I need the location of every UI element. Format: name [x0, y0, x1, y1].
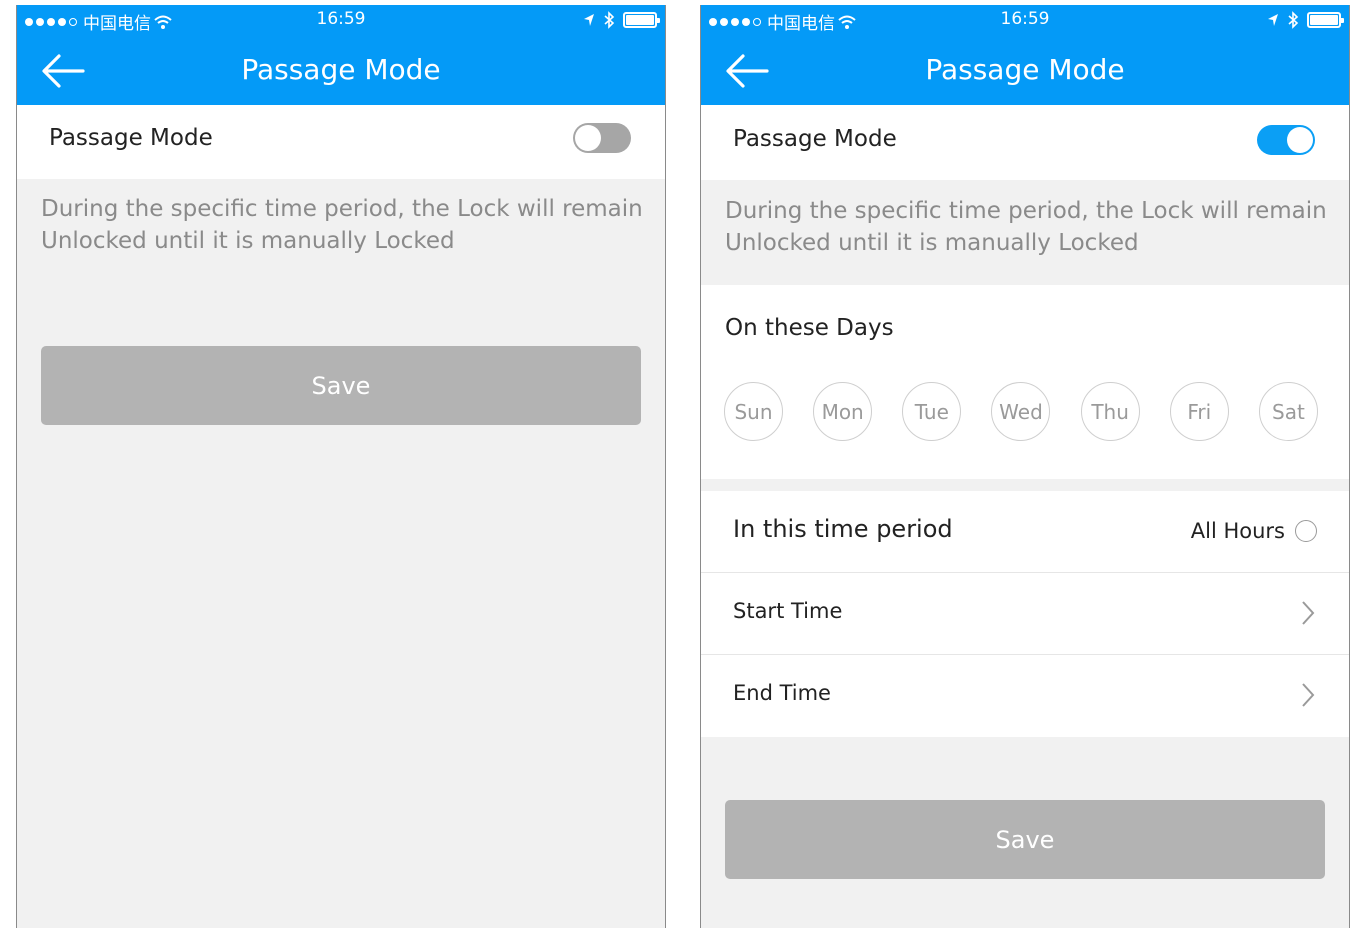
day-button-thu[interactable]: Thu: [1080, 382, 1140, 441]
end-time-row[interactable]: End Time: [701, 655, 1349, 737]
save-button[interactable]: Save: [41, 346, 641, 425]
all-hours-radio[interactable]: [1295, 520, 1317, 542]
passage-mode-toggle[interactable]: [1257, 125, 1315, 155]
battery-icon: [623, 12, 660, 28]
status-bar: 中国电信 16:59: [17, 5, 665, 35]
end-time-label: End Time: [733, 681, 831, 705]
page-title: Passage Mode: [925, 53, 1125, 86]
day-button-mon[interactable]: Mon: [813, 382, 873, 441]
passage-mode-row: Passage Mode: [701, 105, 1349, 180]
status-time: 16:59: [316, 9, 366, 29]
status-bar: 中国电信 16:59: [701, 5, 1349, 35]
passage-mode-label: Passage Mode: [733, 126, 897, 152]
toggle-knob: [1287, 127, 1313, 153]
day-button-wed[interactable]: Wed: [991, 382, 1051, 441]
status-icons: [1267, 11, 1344, 29]
location-icon: [584, 14, 594, 26]
screen-passage-mode-off: 中国电信 16:59 Passage Mode Passage Mode Dur…: [16, 5, 666, 928]
chevron-right-icon: [1302, 601, 1315, 625]
passage-mode-row: Passage Mode: [17, 105, 665, 179]
day-button-fri[interactable]: Fri: [1169, 382, 1229, 441]
bluetooth-icon: [604, 11, 615, 29]
days-section: On these Days Sun Mon Tue Wed Thu Fri Sa…: [701, 285, 1349, 479]
nav-bar: Passage Mode: [701, 35, 1349, 105]
day-button-sun[interactable]: Sun: [724, 382, 783, 441]
chevron-right-icon: [1302, 683, 1315, 707]
all-hours-label: All Hours: [1190, 519, 1285, 543]
day-button-tue[interactable]: Tue: [902, 382, 962, 441]
save-button[interactable]: Save: [725, 800, 1325, 879]
day-selector: Sun Mon Tue Wed Thu Fri Sat: [724, 382, 1318, 441]
bluetooth-icon: [1288, 11, 1299, 29]
nav-bar: Passage Mode: [17, 35, 665, 105]
all-hours-option[interactable]: All Hours: [1191, 519, 1317, 543]
status-time: 16:59: [1000, 9, 1050, 29]
location-icon: [1268, 14, 1278, 26]
battery-icon: [1307, 12, 1344, 28]
passage-mode-description: During the specific time period, the Loc…: [725, 198, 1327, 256]
passage-mode-toggle[interactable]: [573, 123, 631, 153]
start-time-row[interactable]: Start Time: [701, 573, 1349, 655]
time-period-row: In this time period All Hours: [701, 491, 1349, 573]
passage-mode-label: Passage Mode: [49, 125, 213, 151]
day-button-sat[interactable]: Sat: [1258, 382, 1318, 441]
days-title: On these Days: [725, 315, 894, 341]
page-title: Passage Mode: [241, 53, 441, 86]
toggle-knob: [575, 125, 601, 151]
screen-passage-mode-on: 中国电信 16:59 Passage Mode Passage Mode Dur…: [700, 5, 1350, 928]
passage-mode-description: During the specific time period, the Loc…: [41, 196, 643, 254]
time-period-label: In this time period: [733, 515, 953, 543]
status-icons: [583, 11, 660, 29]
start-time-label: Start Time: [733, 599, 843, 623]
